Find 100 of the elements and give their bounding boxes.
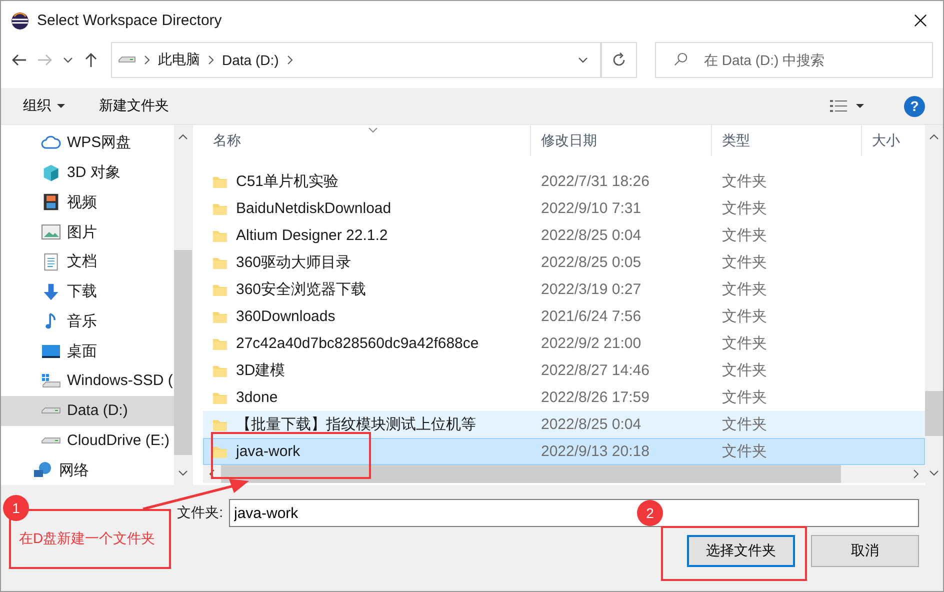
scrollbar[interactable]: [174, 125, 192, 485]
sidebar-item[interactable]: 下载: [1, 276, 174, 306]
file-row[interactable]: C51单片机实验 2022/7/31 18:26 文件夹: [203, 168, 925, 196]
sidebar-item[interactable]: 3D 对象: [1, 158, 174, 188]
help-button[interactable]: ?: [904, 96, 925, 116]
window-title: Select Workspace Directory: [37, 12, 223, 29]
chevron-icon: [208, 55, 214, 65]
scroll-left-icon[interactable]: [209, 469, 215, 480]
file-row[interactable]: Altium Designer 22.1.2 2022/8/25 0:04 文件夹: [203, 222, 925, 250]
download-arrow-icon: [41, 282, 61, 301]
back-arrow-icon[interactable]: [11, 52, 27, 68]
organize-menu[interactable]: 组织: [23, 97, 65, 115]
search-field[interactable]: 在 Data (D:) 中搜索: [655, 42, 933, 78]
breadcrumb[interactable]: 此电脑: [158, 51, 200, 69]
file-name: BaiduNetdiskDownload: [236, 200, 392, 218]
cloud-icon: [41, 134, 61, 152]
chevron-icon: [286, 55, 293, 65]
app-logo-icon: [11, 12, 29, 30]
file-type: 文件夹: [721, 334, 767, 354]
modified-date: 2022/7/31 18:26: [540, 173, 650, 190]
folder-icon: [212, 418, 228, 432]
file-type: 文件夹: [721, 172, 767, 192]
file-name: java-work: [236, 443, 300, 460]
file-row[interactable]: 【批量下载】指纹模块测试上位机等 2022/8/25 0:04 文件夹: [203, 411, 925, 438]
modified-date: 2022/9/13 20:18: [540, 443, 650, 460]
scrollbar-thumb[interactable]: [925, 391, 943, 436]
folder-icon: [212, 390, 228, 405]
file-row[interactable]: 3done 2022/8/26 17:59 文件夹: [203, 384, 925, 412]
sort-caret-icon: [368, 127, 378, 133]
sidebar-item[interactable]: CloudDrive (E:): [1, 426, 174, 456]
file-type: 文件夹: [721, 415, 767, 434]
drive-icon: [41, 436, 61, 444]
file-type: 文件夹: [721, 361, 767, 380]
modified-date: 2022/8/26 17:59: [540, 389, 650, 406]
select-folder-button[interactable]: 选择文件夹: [687, 535, 795, 567]
folder-icon: [212, 256, 228, 270]
file-type: 文件夹: [721, 226, 767, 246]
sidebar-item[interactable]: WPS网盘: [1, 128, 174, 158]
file-type: 文件夹: [721, 199, 767, 218]
sidebar-item[interactable]: 音乐: [1, 306, 174, 336]
up-arrow-icon[interactable]: [83, 52, 99, 68]
caret-icon[interactable]: [63, 57, 73, 63]
file-row[interactable]: 27c42a40d7bc828560dc9a42f688ce 2022/9/2 21:00 文件夹: [203, 330, 925, 358]
sidebar-item[interactable]: Data (D:): [1, 396, 174, 426]
film-icon: [41, 193, 61, 212]
folder-icon: [212, 444, 228, 459]
address-bar[interactable]: 此电脑 Data (D:): [111, 42, 601, 78]
file-name: 3D建模: [236, 361, 286, 380]
scroll-right-icon[interactable]: [913, 469, 919, 480]
dropdown-caret-icon[interactable]: [578, 57, 588, 63]
picture-icon: [41, 223, 61, 242]
chevron-icon: [144, 55, 150, 65]
column-header[interactable]: 修改日期: [531, 125, 712, 156]
close-icon[interactable]: [914, 14, 927, 27]
file-row[interactable]: 3D建模 2022/8/27 14:46 文件夹: [203, 357, 925, 384]
file-name: Altium Designer 22.1.2: [236, 227, 388, 244]
modified-date: 2022/8/27 14:46: [540, 362, 650, 380]
cube-icon: [41, 164, 61, 182]
file-row[interactable]: java-work 2022/9/13 20:18 文件夹: [203, 438, 925, 466]
column-header[interactable]: 大小: [862, 125, 925, 156]
modified-date: 2022/3/19 0:27: [540, 281, 642, 298]
scroll-up-icon[interactable]: [929, 134, 939, 140]
annotation-text: 在D盘新建一个文件夹: [19, 530, 156, 548]
cancel-button[interactable]: 取消: [811, 535, 919, 567]
modified-date: 2022/8/25 0:04: [540, 227, 642, 244]
breadcrumb[interactable]: Data (D:): [222, 52, 279, 68]
windows-drive-icon: [41, 372, 61, 390]
sidebar-item[interactable]: 网络: [1, 455, 174, 485]
scroll-down-icon[interactable]: [929, 470, 939, 476]
column-header[interactable]: 类型: [712, 125, 862, 156]
file-name: 【批量下载】指纹模块测试上位机等: [236, 415, 476, 434]
modified-date: 2022/9/2 21:00: [540, 335, 642, 352]
column-header[interactable]: 名称: [203, 125, 531, 156]
folder-icon: [212, 336, 228, 351]
file-row[interactable]: 360驱动大师目录 2022/8/25 0:05 文件夹: [203, 249, 925, 276]
scroll-up-icon[interactable]: [178, 134, 188, 140]
drive-icon: [118, 55, 136, 65]
sidebar-item[interactable]: 文档: [1, 247, 174, 277]
folder-icon: [212, 310, 228, 324]
scroll-down-icon[interactable]: [178, 470, 188, 476]
file-type: 文件夹: [721, 388, 767, 408]
scrollbar-thumb[interactable]: [174, 250, 192, 455]
folder-icon: [212, 202, 228, 216]
network-icon: [33, 461, 53, 480]
file-row[interactable]: 360Downloads 2021/6/24 7:56 文件夹: [203, 303, 925, 330]
scrollbar[interactable]: [925, 125, 943, 485]
file-name: 360安全浏览器下载: [236, 280, 366, 300]
modified-date: 2022/8/25 0:05: [540, 254, 642, 272]
sidebar-item[interactable]: 桌面: [1, 336, 174, 366]
view-options-icon[interactable]: [830, 99, 848, 113]
refresh-button[interactable]: [601, 42, 637, 78]
sidebar-item[interactable]: 图片: [1, 217, 174, 247]
file-row[interactable]: BaiduNetdiskDownload 2022/9/10 7:31 文件夹: [203, 195, 925, 222]
caret-icon[interactable]: [856, 104, 864, 108]
sidebar-item[interactable]: Windows-SSD (: [1, 366, 174, 396]
search-icon: [673, 52, 688, 67]
sidebar-item[interactable]: 视频: [1, 188, 174, 218]
file-type: 文件夹: [721, 307, 767, 326]
new-folder-button[interactable]: 新建文件夹: [99, 97, 169, 115]
file-row[interactable]: 360安全浏览器下载 2022/3/19 0:27 文件夹: [203, 276, 925, 304]
